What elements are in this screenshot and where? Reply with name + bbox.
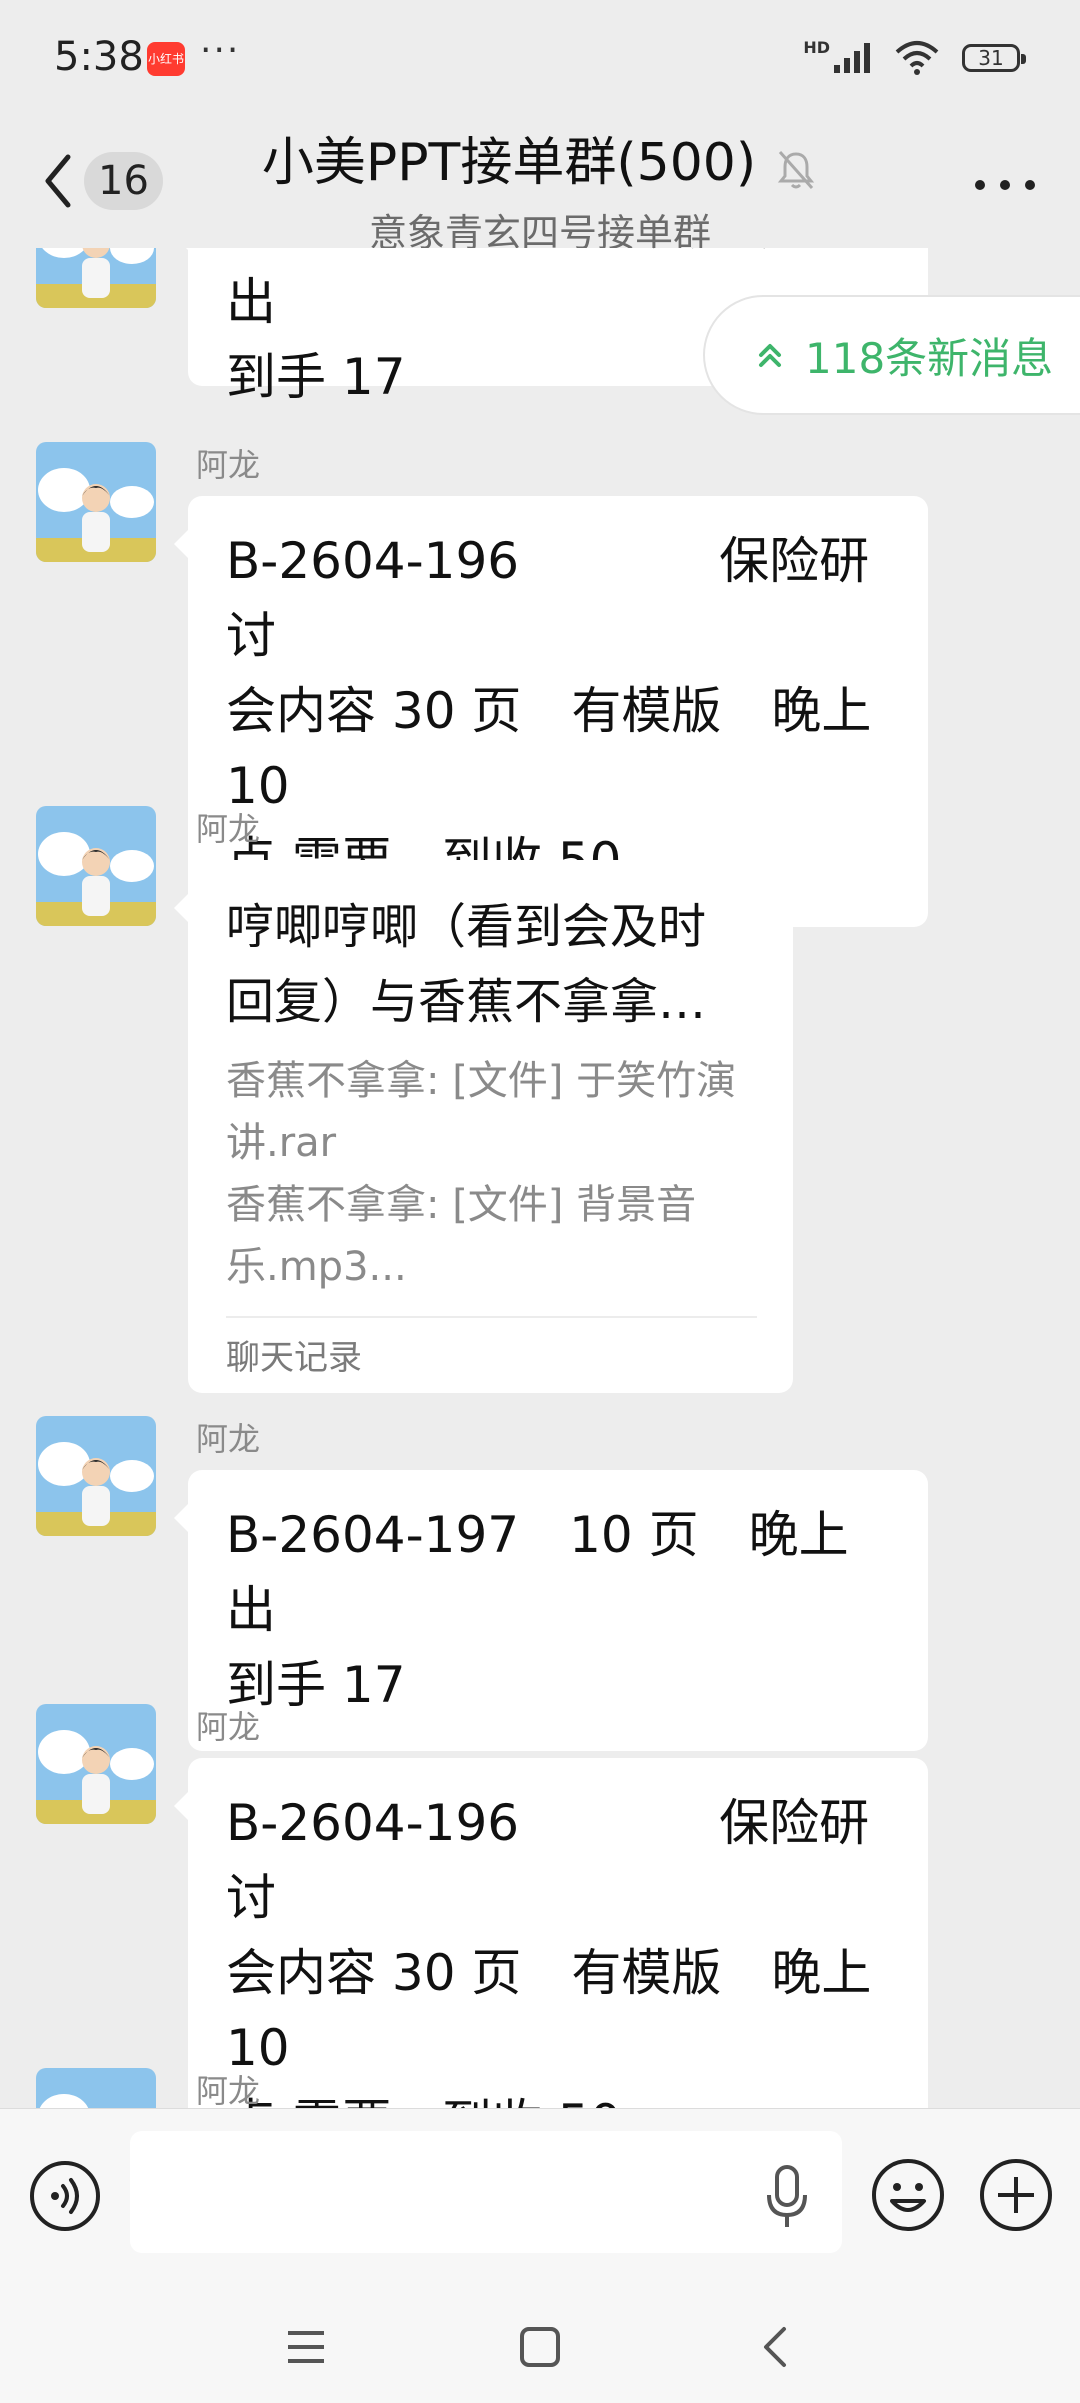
sender-name: 阿龙 xyxy=(196,446,261,484)
back-triangle-icon[interactable] xyxy=(744,2317,804,2377)
chat-record-card[interactable]: 哼唧哼唧（看到会及时 回复）与香蕉不拿拿… 香蕉不拿拿: [文件] 于笑竹演 讲… xyxy=(174,860,793,1393)
system-nav-bar xyxy=(0,2283,1080,2403)
home-square-icon[interactable] xyxy=(510,2317,570,2377)
record-preview-line: 讲.rar xyxy=(226,1120,337,1166)
input-bar xyxy=(0,2108,1080,2284)
avatar-boy-icon xyxy=(36,442,156,562)
record-title-line: 哼唧哼唧（看到会及时 xyxy=(226,899,707,955)
notification-more-icon: ··· xyxy=(200,30,241,71)
wifi-icon xyxy=(895,41,939,75)
sender-name: 阿龙 xyxy=(196,810,261,848)
unread-count-badge: 16 xyxy=(84,152,163,210)
battery-icon: 31 xyxy=(962,44,1026,72)
message-line: B-2604-196 保险研讨 xyxy=(226,1794,870,1927)
avatar[interactable] xyxy=(36,1416,156,1536)
double-chevron-up-icon xyxy=(759,344,781,367)
status-bar: 5:38 小红书 ··· HD 31 xyxy=(0,0,1080,120)
mic-icon[interactable] xyxy=(762,2161,812,2233)
message-line: 会内容 30 页 有模版 晚上 10 xyxy=(226,1944,872,2077)
avatar[interactable] xyxy=(36,2068,156,2108)
status-time: 5:38 xyxy=(54,34,144,80)
voice-icon[interactable] xyxy=(28,2159,102,2233)
avatar[interactable] xyxy=(36,806,156,926)
bell-off-icon xyxy=(778,150,815,189)
record-preview-line: 乐.mp3... xyxy=(226,1244,407,1290)
sender-name: 阿龙 xyxy=(196,1420,261,1458)
message-line: 会内容 30 页 有模版 晚上 10 xyxy=(226,682,872,815)
new-messages-label: 118条新消息 xyxy=(805,333,1054,383)
record-footer: 聊天记录 xyxy=(226,1316,757,1393)
avatar-boy-icon xyxy=(36,1416,156,1536)
emoji-icon[interactable] xyxy=(870,2157,946,2233)
record-preview-line: 香蕉不拿拿: [文件] 于笑竹演 xyxy=(226,1058,737,1104)
avatar-boy-icon xyxy=(36,248,156,308)
message-line: 到手 17 xyxy=(226,1656,406,1714)
message-line: B-2604-196 保险研讨 xyxy=(226,532,870,665)
message-input[interactable] xyxy=(130,2131,842,2253)
avatar[interactable] xyxy=(36,442,156,562)
message-line: 点 需要 到收 50 xyxy=(226,2086,890,2108)
chat-header: 小美PPT接单群(500) 意象青玄四号接单群 16 xyxy=(0,120,1080,255)
new-messages-button[interactable]: 118条新消息 xyxy=(703,295,1080,415)
xiaohongshu-badge-icon: 小红书 xyxy=(147,42,185,76)
status-indicators: HD 31 xyxy=(803,38,1026,76)
signal-icon xyxy=(834,43,870,73)
avatar-boy-icon xyxy=(36,2068,156,2108)
avatar-boy-icon xyxy=(36,806,156,926)
chevron-left-icon xyxy=(45,154,71,208)
sender-name: 阿龙 xyxy=(196,2072,261,2108)
plus-icon[interactable] xyxy=(978,2157,1054,2233)
sender-name: 阿龙 xyxy=(196,1708,261,1746)
message-list[interactable]: B-2604-197 10 页 晚上出 到手 17 阿龙 B-2604-196 … xyxy=(0,248,1080,2108)
back-button[interactable]: 16 xyxy=(40,146,200,216)
message-bubble[interactable]: B-2604-197 10 页 晚上出 到手 17 xyxy=(174,1470,928,1751)
record-preview-line: 香蕉不拿拿: [文件] 背景音 xyxy=(226,1182,697,1228)
menu-icon[interactable] xyxy=(276,2317,336,2377)
avatar-boy-icon xyxy=(36,1704,156,1824)
message-line: B-2604-197 10 页 晚上出 xyxy=(226,1506,849,1639)
avatar[interactable] xyxy=(36,248,156,308)
more-dots-icon[interactable] xyxy=(970,160,1040,210)
message-bubble[interactable]: B-2604-196 保险研讨 会内容 30 页 有模版 晚上 10 点 需要 … xyxy=(174,1758,928,2108)
avatar[interactable] xyxy=(36,1704,156,1824)
group-title: 小美PPT接单群(500) xyxy=(261,133,757,193)
record-title-line: 回复）与香蕉不拿拿… xyxy=(226,974,707,1030)
network-type-label: HD xyxy=(803,38,830,57)
